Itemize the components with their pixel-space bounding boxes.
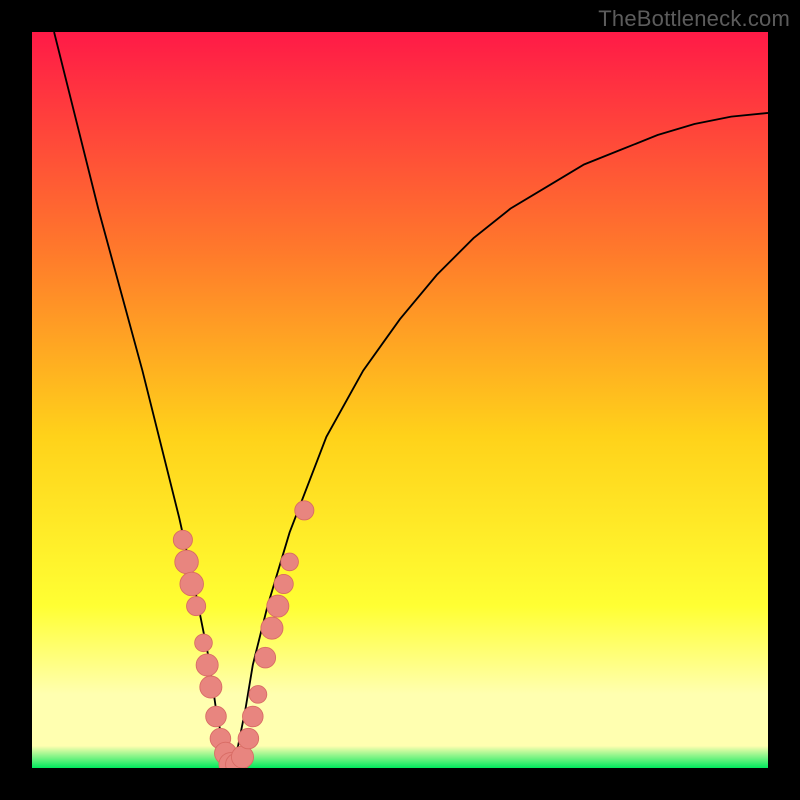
- data-marker: [281, 553, 299, 571]
- bottleneck-chart: [32, 32, 768, 768]
- data-marker: [175, 550, 199, 574]
- plot-area: [32, 32, 768, 768]
- data-marker: [231, 746, 253, 768]
- data-marker: [238, 728, 259, 749]
- data-marker: [173, 530, 192, 549]
- data-marker: [187, 597, 206, 616]
- data-marker: [249, 686, 267, 704]
- data-marker: [242, 706, 263, 727]
- chart-frame: TheBottleneck.com: [0, 0, 800, 800]
- data-marker: [267, 595, 289, 617]
- data-marker: [180, 572, 204, 596]
- data-marker: [206, 706, 227, 727]
- data-marker: [295, 501, 314, 520]
- data-marker: [261, 617, 283, 639]
- data-marker: [196, 654, 218, 676]
- data-marker: [255, 647, 276, 668]
- watermark-text: TheBottleneck.com: [598, 6, 790, 32]
- data-marker: [195, 634, 213, 652]
- gradient-background: [32, 32, 768, 768]
- data-marker: [274, 574, 293, 593]
- data-marker: [200, 676, 222, 698]
